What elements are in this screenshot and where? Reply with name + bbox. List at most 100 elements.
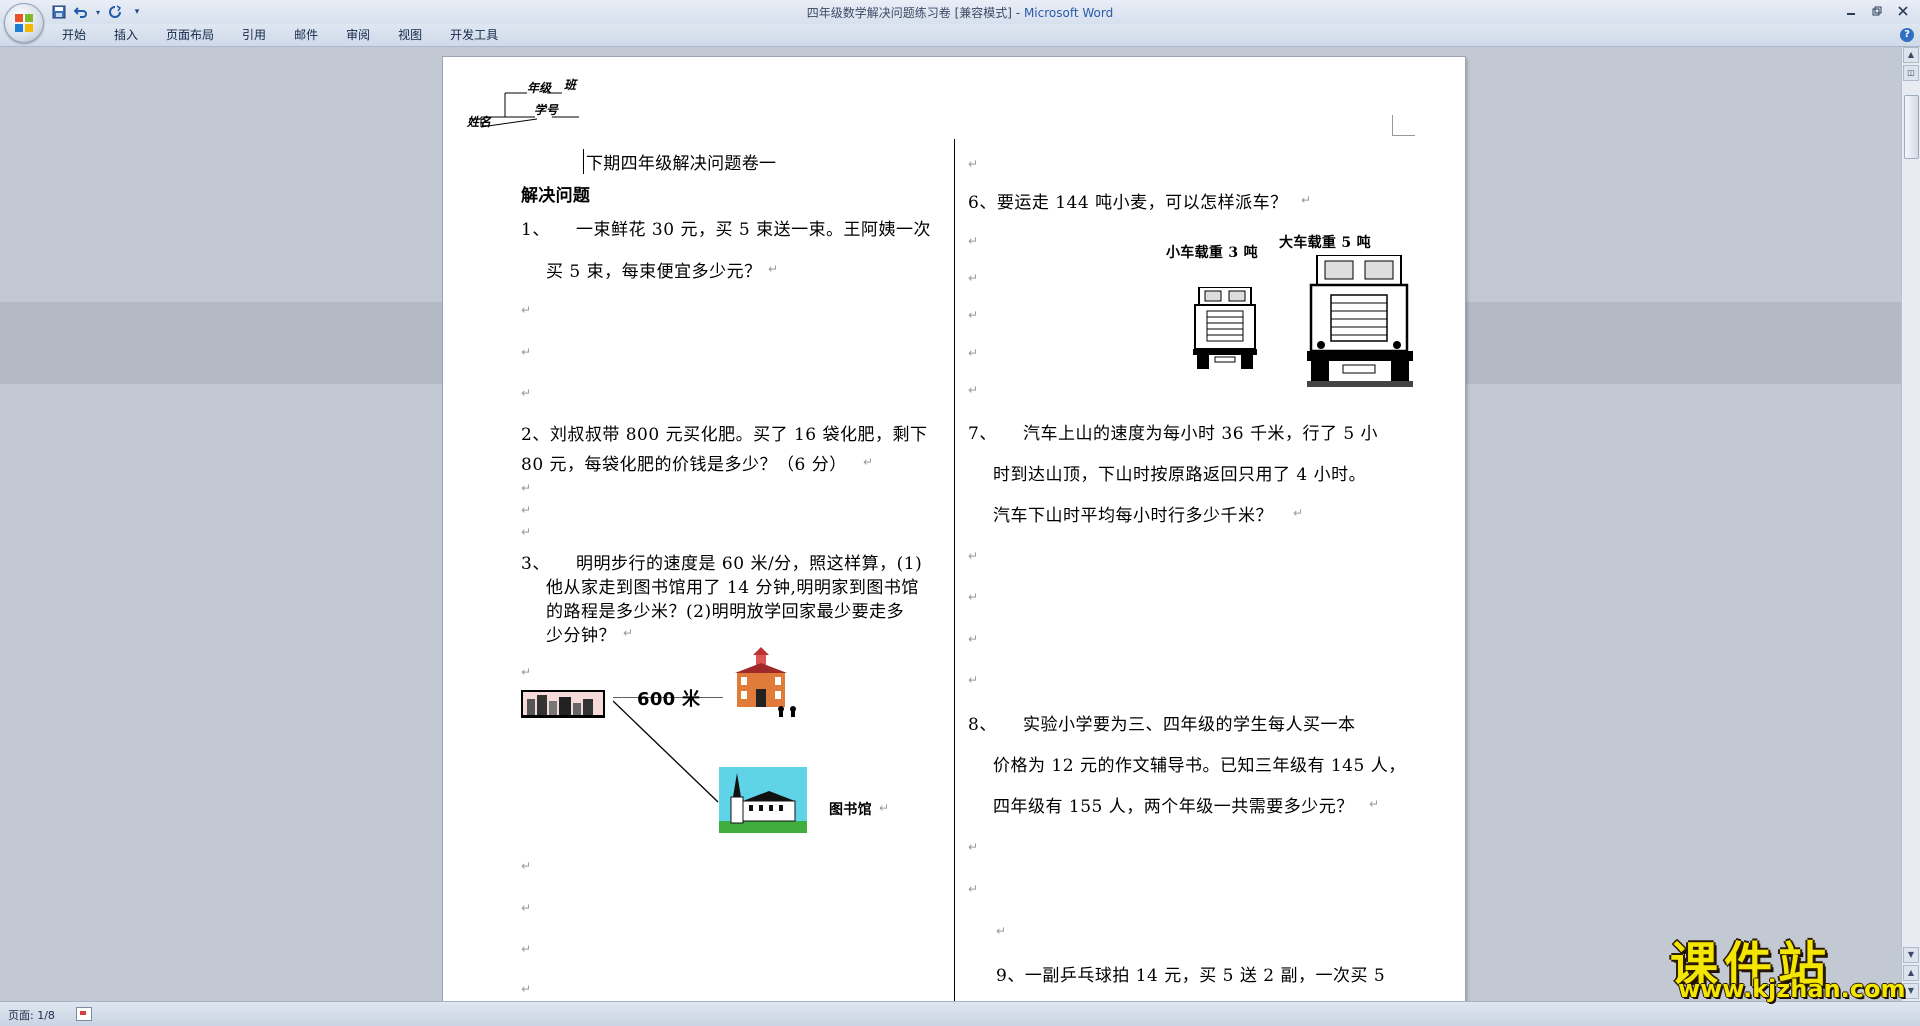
watermark-url: www.kjzhan.com	[1678, 975, 1906, 1003]
small-truck-label: 小车载重 3 吨	[1166, 245, 1258, 261]
route-lines	[613, 697, 723, 803]
office-button[interactable]	[4, 3, 44, 43]
restore-button[interactable]	[1864, 1, 1890, 21]
paper-title: 下期四年级解决问题卷一	[583, 149, 776, 174]
scrollbar-thumb[interactable]	[1904, 95, 1919, 159]
close-button[interactable]	[1890, 1, 1916, 21]
q8-line1: 实验小学要为三、四年级的学生每人买一本	[1023, 715, 1356, 735]
paragraph-mark: ↵	[879, 801, 890, 815]
q7-line2: 时到达山顶，下山时按原路返回只用了 4 小时。	[993, 465, 1367, 485]
tab-references[interactable]: 引用	[228, 24, 280, 46]
title-separator: -	[1011, 6, 1024, 20]
tab-page-layout[interactable]: 页面布局	[152, 24, 228, 46]
name-label: 姓名	[467, 115, 492, 129]
office-logo-icon	[15, 14, 33, 32]
paragraph-mark: ↵	[521, 942, 532, 956]
small-truck-image	[1193, 286, 1257, 371]
paragraph-mark: ↵	[996, 924, 1007, 938]
paragraph-mark: ↵	[521, 982, 532, 996]
paragraph-mark: ↵	[521, 345, 532, 359]
paragraph-mark: ↵	[968, 549, 979, 563]
paragraph-mark: ↵	[968, 840, 979, 854]
scroll-down-button[interactable]: ▼	[1903, 947, 1919, 963]
q7-number: 7、	[968, 424, 997, 444]
paragraph-mark: ↵	[521, 303, 532, 317]
q8-number: 8、	[968, 715, 997, 735]
student-info-header: 年级 班 姓名 学号	[467, 78, 607, 139]
paragraph-mark: ↵	[863, 455, 874, 469]
paragraph-mark: ↵	[521, 859, 532, 873]
library-label: 图书馆	[829, 802, 872, 818]
column-divider	[954, 139, 955, 1007]
status-bar: 页面: 1/8	[0, 1001, 1920, 1026]
paragraph-mark: ↵	[968, 308, 979, 322]
q8-line3: 四年级有 155 人，两个年级一共需要多少元？	[993, 797, 1354, 817]
paragraph-mark: ↵	[1301, 193, 1312, 207]
title-bar: ▾ ▾ 四年级数学解决问题练习卷 [兼容模式] - Microsoft Word	[0, 0, 1920, 25]
document-title: 四年级数学解决问题练习卷 [兼容模式]	[806, 6, 1012, 20]
window-title: 四年级数学解决问题练习卷 [兼容模式] - Microsoft Word	[0, 4, 1920, 21]
tab-developer[interactable]: 开发工具	[436, 24, 512, 46]
paragraph-mark: ↵	[968, 157, 979, 171]
q1-line2: 买 5 束，每束便宜多少元？	[546, 262, 762, 282]
q1-line1: 一束鲜花 30 元，买 5 束送一束。王阿姨一次	[576, 220, 932, 240]
vertical-scrollbar[interactable]: ▲ ◫ ▼ ▲ ▼	[1901, 47, 1920, 1001]
distance-label: 600 米	[637, 689, 701, 710]
library-image	[719, 767, 809, 835]
document-page[interactable]: 年级 班 姓名 学号 下期四年级解决问题卷一 解决问题 1、 一束鲜花 30 元…	[443, 57, 1465, 1007]
q3-line3: 的路程是多少米？(2)明明放学回家最少要走多	[546, 602, 905, 622]
grade-label: 年级	[527, 81, 552, 95]
paragraph-mark: ↵	[521, 481, 532, 495]
paragraph-mark: ↵	[521, 665, 532, 679]
number-label: 学号	[534, 103, 559, 117]
class-label: 班	[564, 78, 577, 92]
tab-mailings[interactable]: 邮件	[280, 24, 332, 46]
paragraph-mark: ↵	[968, 632, 979, 646]
paragraph-mark: ↵	[521, 503, 532, 517]
big-truck-label: 大车载重 5 吨	[1279, 235, 1371, 251]
paragraph-mark: ↵	[521, 901, 532, 915]
paragraph-mark: ↵	[968, 346, 979, 360]
paragraph-mark: ↵	[768, 262, 779, 276]
tab-review[interactable]: 审阅	[332, 24, 384, 46]
tab-home[interactable]: 开始	[48, 24, 100, 46]
ribbon-tab-bar: 开始 插入 页面布局 引用 邮件 审阅 视图 开发工具 ?	[0, 24, 1920, 47]
home-building-image	[521, 685, 611, 725]
proofing-status-icon[interactable]	[76, 1007, 92, 1021]
section-heading: 解决问题	[521, 186, 591, 206]
tab-insert[interactable]: 插入	[100, 24, 152, 46]
paragraph-mark: ↵	[968, 673, 979, 687]
window-controls	[1838, 1, 1916, 21]
minimize-button[interactable]	[1838, 1, 1864, 21]
help-icon[interactable]: ?	[1900, 28, 1914, 42]
scroll-up-button[interactable]: ▲	[1903, 47, 1919, 63]
paragraph-mark: ↵	[1293, 506, 1304, 520]
q8-line2: 价格为 12 元的作文辅导书。已知三年级有 145 人，	[993, 756, 1406, 776]
crop-mark	[1392, 115, 1415, 136]
paragraph-mark: ↵	[1369, 797, 1380, 811]
q6-text: 6、要运走 144 吨小麦，可以怎样派车？	[968, 193, 1288, 213]
page-count[interactable]: 页面: 1/8	[8, 1007, 55, 1023]
big-truck-image	[1307, 254, 1413, 387]
paragraph-mark: ↵	[968, 882, 979, 896]
q1-number: 1、	[521, 220, 550, 240]
paragraph-mark: ↵	[521, 386, 532, 400]
tab-view[interactable]: 视图	[384, 24, 436, 46]
q7-line1: 汽车上山的速度为每小时 36 千米，行了 5 小	[1023, 424, 1379, 444]
q2-line1: 2、刘叔叔带 800 元买化肥。买了 16 袋化肥，剩下	[521, 425, 928, 445]
q3-line4: 少分钟？	[546, 626, 616, 646]
paragraph-mark: ↵	[521, 525, 532, 539]
paragraph-mark: ↵	[623, 626, 634, 640]
q2-line2: 80 元，每袋化肥的价钱是多少？（6 分）	[521, 455, 847, 475]
ribbon-tabs: 开始 插入 页面布局 引用 邮件 审阅 视图 开发工具	[48, 24, 512, 46]
q3-line2: 他从家走到图书馆用了 14 分钟,明明家到图书馆	[546, 578, 919, 598]
ruler-toggle-icon[interactable]: ◫	[1903, 65, 1919, 81]
watermark-logo: 课件站 www.kjzhan.com	[1670, 925, 1905, 1003]
q9-line1: 9、一副乒乓球拍 14 元，买 5 送 2 副，一次买 5	[996, 966, 1386, 986]
app-name: Microsoft Word	[1023, 6, 1114, 20]
school-image	[725, 647, 805, 719]
q7-line3: 汽车下山时平均每小时行多少千米？	[993, 506, 1273, 526]
paragraph-mark: ↵	[968, 234, 979, 248]
paragraph-mark: ↵	[968, 271, 979, 285]
paragraph-mark: ↵	[968, 590, 979, 604]
